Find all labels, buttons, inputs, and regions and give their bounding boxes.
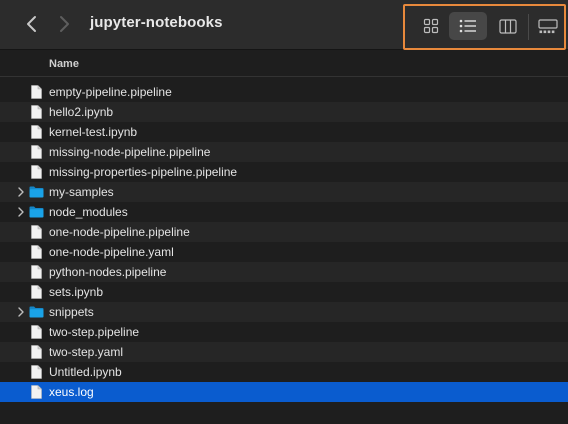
columns-icon (499, 18, 517, 34)
document-icon (31, 285, 42, 299)
file-row[interactable]: kernel-test.ipynb (0, 122, 568, 142)
file-row[interactable]: missing-node-pipeline.pipeline (0, 142, 568, 162)
file-row[interactable]: one-node-pipeline.pipeline (0, 222, 568, 242)
document-icon (31, 225, 42, 239)
folder-icon (29, 306, 44, 318)
folder-row[interactable]: snippets (0, 302, 568, 322)
file-row[interactable]: sets.ipynb (0, 282, 568, 302)
document-icon (31, 365, 42, 379)
window-title: jupyter-notebooks (90, 14, 223, 31)
forward-button[interactable] (54, 13, 76, 35)
list-view-button[interactable] (449, 12, 487, 40)
grid-icon (423, 18, 439, 34)
file-row[interactable]: hello2.ipynb (0, 102, 568, 122)
file-row[interactable]: Untitled.ipynb (0, 362, 568, 382)
document-icon (31, 385, 42, 399)
folder-icon (29, 186, 44, 198)
document-icon (31, 165, 42, 179)
toolbar-divider (528, 14, 529, 40)
file-name: kernel-test.ipynb (49, 125, 138, 139)
disclosure-triangle-icon[interactable] (17, 307, 25, 317)
folder-row[interactable]: my-samples (0, 182, 568, 202)
file-name: python-nodes.pipeline (49, 265, 167, 279)
chevron-right-icon (60, 16, 69, 32)
file-row[interactable]: xeus.log (0, 382, 568, 402)
disclosure-triangle-icon[interactable] (17, 187, 25, 197)
file-name: missing-node-pipeline.pipeline (49, 145, 211, 159)
folder-row[interactable]: node_modules (0, 202, 568, 222)
document-icon (31, 85, 42, 99)
file-name: snippets (49, 305, 94, 319)
document-icon (31, 125, 42, 139)
file-name: two-step.yaml (49, 345, 124, 359)
gallery-view-button[interactable] (533, 12, 563, 40)
disclosure-triangle-icon[interactable] (17, 207, 25, 217)
chevron-left-icon (27, 16, 36, 32)
file-name: sets.ipynb (49, 285, 104, 299)
file-name: missing-properties-pipeline.pipeline (49, 165, 238, 179)
file-name: two-step.pipeline (49, 325, 140, 339)
file-name: Untitled.ipynb (49, 365, 122, 379)
toolbar: jupyter-notebooks (0, 0, 568, 50)
document-icon (31, 145, 42, 159)
view-mode-group (403, 4, 566, 50)
folder-icon (29, 206, 44, 218)
file-row[interactable]: empty-pipeline.pipeline (0, 82, 568, 102)
list-icon (459, 19, 476, 33)
file-name: my-samples (49, 185, 114, 199)
file-row[interactable]: one-node-pipeline.yaml (0, 242, 568, 262)
document-icon (31, 345, 42, 359)
document-icon (31, 325, 42, 339)
column-view-button[interactable] (494, 12, 522, 40)
file-list: empty-pipeline.pipeline hello2.ipynb kerne… (0, 82, 568, 402)
back-button[interactable] (20, 13, 42, 35)
file-name: hello2.ipynb (49, 105, 114, 119)
file-name: one-node-pipeline.yaml (49, 245, 174, 259)
file-name: empty-pipeline.pipeline (49, 85, 172, 99)
file-row[interactable]: two-step.yaml (0, 342, 568, 362)
column-header-name[interactable]: Name (49, 58, 79, 70)
finder-window: jupyter-notebooks Name empty-pipeline.pi… (0, 0, 568, 424)
document-icon (31, 105, 42, 119)
file-row[interactable]: missing-properties-pipeline.pipeline (0, 162, 568, 182)
icon-view-button[interactable] (417, 12, 445, 40)
gallery-icon (538, 18, 558, 33)
file-row[interactable]: python-nodes.pipeline (0, 262, 568, 282)
file-row[interactable]: two-step.pipeline (0, 322, 568, 342)
column-header: Name (0, 51, 568, 77)
file-name: node_modules (49, 205, 128, 219)
document-icon (31, 245, 42, 259)
document-icon (31, 265, 42, 279)
file-name: one-node-pipeline.pipeline (49, 225, 190, 239)
file-name: xeus.log (49, 385, 94, 399)
